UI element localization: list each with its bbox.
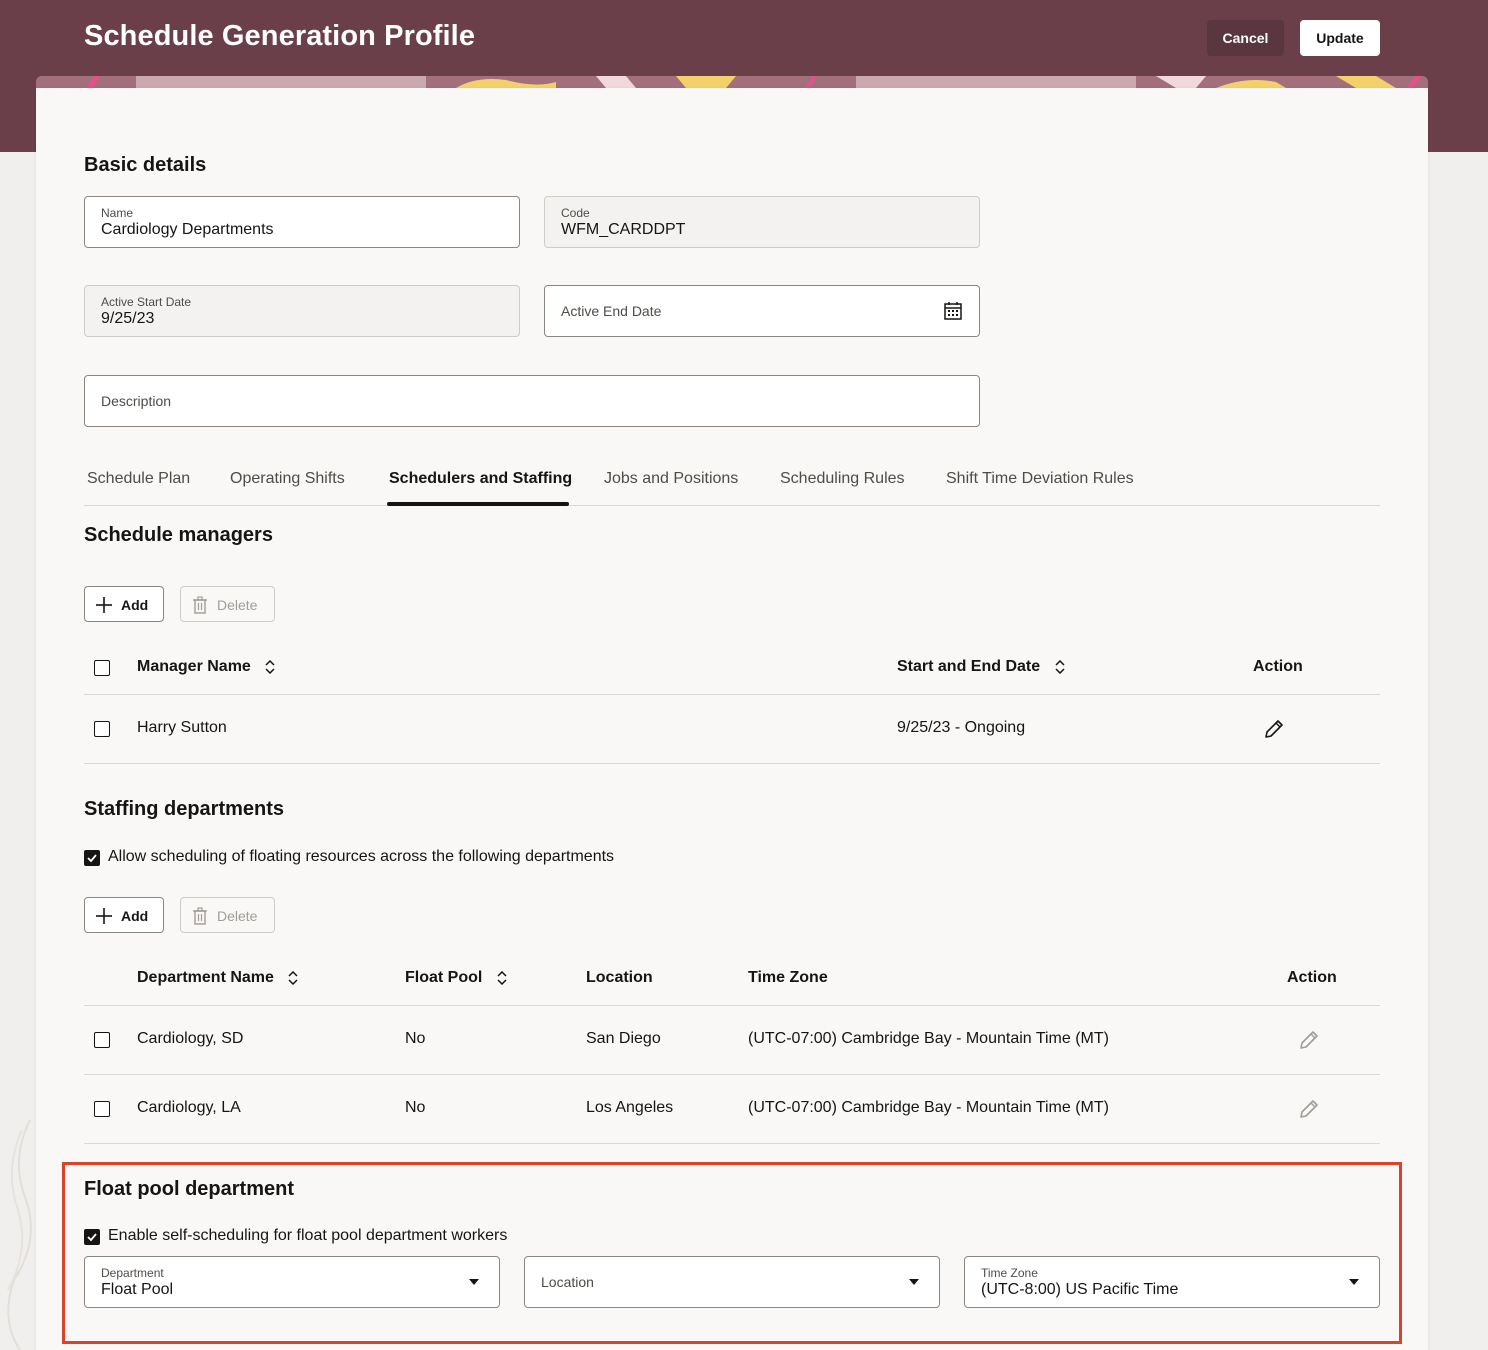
staffing-delete-label: Delete — [217, 908, 258, 924]
tab-jobs-and-positions[interactable]: Jobs and Positions — [604, 470, 738, 488]
location-select[interactable]: Location — [524, 1256, 940, 1308]
staffing-action-column-header: Action — [1287, 969, 1337, 986]
row-divider — [84, 1005, 1380, 1006]
department-name-cell: Cardiology, LA — [137, 1099, 241, 1116]
main-card — [36, 88, 1428, 1350]
manager-name-cell: Harry Sutton — [137, 719, 227, 736]
pencil-icon[interactable] — [1263, 718, 1285, 740]
sort-icon — [497, 970, 507, 985]
staffing-departments-heading: Staffing departments — [84, 798, 285, 820]
float-pool-department-heading: Float pool department — [84, 1178, 294, 1200]
tab-scheduling-rules[interactable]: Scheduling Rules — [780, 470, 905, 488]
manager-dates-cell: 9/25/23 - Ongoing — [897, 719, 1026, 736]
dropdown-arrow-icon — [1349, 1279, 1359, 1285]
tab-shift-time-deviation-rules[interactable]: Shift Time Deviation Rules — [946, 470, 1134, 488]
sort-icon — [1055, 659, 1065, 674]
sort-icon — [265, 659, 275, 674]
row-divider — [84, 763, 1380, 764]
tab-schedulers-and-staffing[interactable]: Schedulers and Staffing — [389, 470, 572, 488]
enable-self-scheduling-label: Enable self-scheduling for float pool de… — [108, 1227, 508, 1244]
dropdown-arrow-icon — [469, 1279, 479, 1285]
manager-row-checkbox[interactable] — [94, 721, 110, 737]
time-zone-select[interactable]: Time Zone (UTC-8:00) US Pacific Time — [964, 1256, 1380, 1308]
calendar-icon[interactable] — [943, 301, 963, 321]
managers-action-column-header: Action — [1253, 658, 1303, 675]
name-value: Cardiology Departments — [101, 221, 274, 238]
department-name-column-header[interactable]: Department Name — [137, 969, 298, 987]
page-title: Schedule Generation Profile — [84, 20, 476, 52]
active-tab-indicator — [387, 502, 569, 506]
checkmark-icon — [87, 854, 97, 863]
department-name-cell: Cardiology, SD — [137, 1030, 244, 1047]
start-end-date-column-label: Start and End Date — [897, 658, 1041, 675]
department-row-checkbox[interactable] — [94, 1101, 110, 1117]
float-pool-cell: No — [405, 1030, 426, 1047]
managers-add-button[interactable]: Add — [84, 586, 164, 622]
trash-icon — [193, 596, 207, 614]
tab-schedule-plan[interactable]: Schedule Plan — [87, 470, 190, 488]
department-label: Department — [101, 1266, 164, 1280]
cancel-button[interactable]: Cancel — [1207, 20, 1284, 56]
start-end-date-column-header[interactable]: Start and End Date — [897, 658, 1065, 676]
department-name-column-label: Department Name — [137, 969, 274, 986]
department-value: Float Pool — [101, 1281, 174, 1298]
active-start-date-label: Active Start Date — [101, 295, 192, 309]
float-pool-column-header[interactable]: Float Pool — [405, 969, 507, 987]
float-pool-cell: No — [405, 1099, 426, 1116]
basic-details-heading: Basic details — [84, 154, 207, 176]
staffing-add-label: Add — [121, 908, 149, 924]
managers-delete-label: Delete — [217, 597, 258, 613]
row-divider — [84, 1074, 1380, 1075]
description-placeholder: Description — [101, 393, 172, 409]
time-zone-cell: (UTC-07:00) Cambridge Bay - Mountain Tim… — [748, 1099, 1109, 1116]
time-zone-cell: (UTC-07:00) Cambridge Bay - Mountain Tim… — [748, 1030, 1109, 1047]
dropdown-arrow-icon — [909, 1279, 919, 1285]
location-cell: Los Angeles — [586, 1099, 674, 1116]
pencil-icon[interactable] — [1298, 1029, 1320, 1051]
manager-name-column-label: Manager Name — [137, 658, 251, 675]
row-divider — [84, 694, 1380, 695]
plus-icon — [96, 908, 112, 924]
time-zone-column-header: Time Zone — [748, 969, 828, 986]
managers-delete-button[interactable]: Delete — [180, 586, 275, 622]
department-row-checkbox[interactable] — [94, 1032, 110, 1048]
time-zone-label: Time Zone — [981, 1266, 1038, 1280]
active-end-date-placeholder: Active End Date — [561, 303, 662, 319]
location-column-header: Location — [586, 969, 653, 986]
allow-floating-label: Allow scheduling of floating resources a… — [108, 848, 615, 865]
description-field[interactable]: Description — [84, 375, 980, 427]
enable-self-scheduling-checkbox[interactable] — [84, 1229, 100, 1245]
active-end-date-field[interactable]: Active End Date — [544, 285, 980, 337]
managers-select-all-checkbox[interactable] — [94, 660, 110, 676]
staffing-delete-button[interactable]: Delete — [180, 897, 275, 933]
name-field[interactable]: Name Cardiology Departments — [84, 196, 520, 248]
code-label: Code — [561, 206, 590, 220]
sort-icon — [288, 970, 298, 985]
department-select[interactable]: Department Float Pool — [84, 1256, 500, 1308]
trash-icon — [193, 907, 207, 925]
code-value: WFM_CARDDPT — [561, 221, 686, 238]
decorative-swirl — [7, 1120, 32, 1350]
time-zone-value: (UTC-8:00) US Pacific Time — [981, 1281, 1179, 1298]
plus-icon — [96, 597, 112, 613]
tab-bar: Schedule Plan Operating Shifts Scheduler… — [84, 460, 1380, 506]
manager-name-column-header[interactable]: Manager Name — [137, 658, 275, 676]
checkmark-icon — [87, 1233, 97, 1242]
staffing-add-button[interactable]: Add — [84, 897, 164, 933]
schedule-managers-heading: Schedule managers — [84, 524, 273, 546]
location-cell: San Diego — [586, 1030, 661, 1047]
active-start-date-value: 9/25/23 — [101, 310, 155, 327]
decorative-banner — [36, 76, 1428, 88]
managers-add-label: Add — [121, 597, 149, 613]
location-placeholder: Location — [541, 1274, 594, 1290]
tab-operating-shifts[interactable]: Operating Shifts — [230, 470, 345, 488]
row-divider — [84, 1143, 1380, 1144]
update-button[interactable]: Update — [1300, 20, 1380, 56]
active-start-date-field: Active Start Date 9/25/23 — [84, 285, 520, 337]
name-label: Name — [101, 206, 134, 220]
allow-floating-checkbox[interactable] — [84, 850, 100, 866]
pencil-icon[interactable] — [1298, 1098, 1320, 1120]
float-pool-column-label: Float Pool — [405, 969, 483, 986]
code-field: Code WFM_CARDDPT — [544, 196, 980, 248]
